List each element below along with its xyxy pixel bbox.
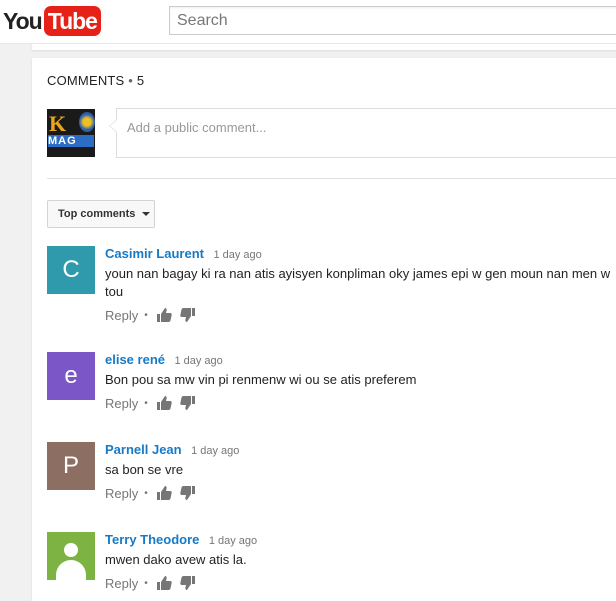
- comment-author-link[interactable]: elise rené: [105, 352, 165, 367]
- thumbs-down-icon[interactable]: [180, 307, 196, 323]
- thumbs-down-icon[interactable]: [180, 575, 196, 591]
- sort-label: Top comments: [58, 208, 136, 220]
- thumbs-up-icon[interactable]: [156, 575, 172, 591]
- comment-actions: Reply •: [105, 574, 616, 592]
- avatar-letter: e: [64, 362, 78, 389]
- youtube-logo[interactable]: You Tube: [3, 6, 101, 36]
- search-box: [169, 6, 616, 35]
- comment-box: [109, 108, 616, 158]
- comment-text: sa bon se vre: [105, 462, 184, 477]
- comment-timestamp[interactable]: 1 day ago: [213, 249, 261, 261]
- comments-count: 5: [136, 73, 145, 88]
- comments-separator: •: [128, 73, 134, 88]
- comment-author-link[interactable]: Terry Theodore: [105, 532, 199, 547]
- default-user-icon-head: [64, 543, 78, 557]
- public-comment-input[interactable]: [117, 109, 616, 157]
- comment-text: mwen dako avew atis la.: [105, 552, 247, 567]
- reply-button[interactable]: Reply: [105, 486, 138, 501]
- comment-timestamp[interactable]: 1 day ago: [191, 445, 239, 457]
- video-info-card-edge: [32, 44, 616, 50]
- thumbs-down-icon[interactable]: [180, 395, 196, 411]
- sort-comments-button[interactable]: Top comments: [47, 200, 155, 228]
- comment-actions: Reply •: [105, 484, 616, 502]
- action-separator: •: [144, 487, 148, 499]
- comments-section: COMMENTS • 5 K MAG Top comments C Casimi…: [32, 58, 616, 601]
- thumbs-up-icon[interactable]: [156, 395, 172, 411]
- action-separator: •: [144, 397, 148, 409]
- commenter-avatar[interactable]: C: [47, 246, 95, 294]
- avatar-letter: P: [62, 452, 79, 479]
- thumbs-up-icon[interactable]: [156, 307, 172, 323]
- comment-timestamp[interactable]: 1 day ago: [174, 355, 222, 367]
- comment-timestamp[interactable]: 1 day ago: [209, 535, 257, 547]
- comment-text: youn nan bagay ki ra nan atis ayisyen ko…: [105, 266, 611, 299]
- caret-down-icon: [142, 212, 151, 216]
- comments-label: COMMENTS: [47, 73, 125, 88]
- avatar-logo-ring: [79, 112, 95, 132]
- avatar-logo-text: MAG: [48, 135, 94, 147]
- thumbs-up-icon[interactable]: [156, 485, 172, 501]
- masthead: You Tube: [0, 0, 616, 44]
- divider: [47, 178, 616, 179]
- search-input[interactable]: [170, 7, 616, 34]
- reply-button[interactable]: Reply: [105, 576, 138, 591]
- thumbs-down-icon[interactable]: [180, 485, 196, 501]
- reply-button[interactable]: Reply: [105, 396, 138, 411]
- commenter-avatar[interactable]: P: [47, 442, 95, 490]
- action-separator: •: [144, 577, 148, 589]
- avatar-letter: C: [62, 256, 80, 283]
- avatar-logo-letter: K: [49, 111, 67, 136]
- action-separator: •: [144, 309, 148, 321]
- reply-button[interactable]: Reply: [105, 308, 138, 323]
- current-user-avatar: K MAG: [47, 109, 95, 157]
- commenter-avatar[interactable]: e: [47, 352, 95, 400]
- comment-item: Terry Theodore 1 day ago mwen dako avew …: [47, 532, 616, 591]
- comment-actions: Reply •: [105, 306, 616, 324]
- logo-you-text: You: [3, 7, 43, 34]
- comment-author-link[interactable]: Casimir Laurent: [105, 246, 204, 261]
- default-user-icon-body: [56, 560, 86, 580]
- comment-actions: Reply •: [105, 394, 616, 412]
- logo-tube-text: Tube: [43, 6, 101, 36]
- comment-text: Bon pou sa mw vin pi renmenw wi ou se at…: [105, 372, 417, 387]
- comment-author-link[interactable]: Parnell Jean: [105, 442, 182, 457]
- comments-header: COMMENTS • 5: [47, 73, 144, 88]
- commenter-avatar[interactable]: [47, 532, 95, 580]
